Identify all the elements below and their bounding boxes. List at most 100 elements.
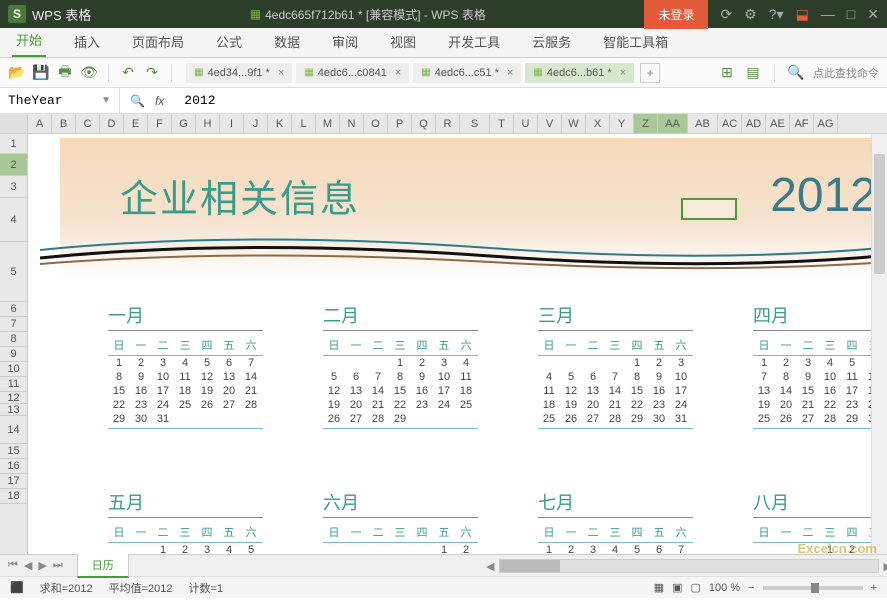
col-header-S[interactable]: S (460, 114, 490, 133)
ribbon-tab-6[interactable]: 视图 (386, 26, 420, 57)
col-header-A[interactable]: A (28, 114, 52, 133)
row-header-5[interactable]: 5 (0, 242, 27, 302)
sheet-nav-next[interactable]: ▶ (38, 559, 46, 572)
row-header-16[interactable]: 16 (0, 459, 27, 474)
scrollbar-thumb[interactable] (874, 154, 885, 274)
hscroll-left[interactable]: ◀ (486, 560, 494, 573)
name-box-dropdown-icon[interactable]: ▼ (101, 95, 111, 106)
col-header-C[interactable]: C (76, 114, 100, 133)
col-header-D[interactable]: D (100, 114, 124, 133)
formula-value[interactable]: 2012 (174, 93, 225, 108)
row-header-12[interactable]: 12 (0, 392, 27, 404)
preview-icon[interactable]: 👁 (80, 64, 98, 82)
col-header-M[interactable]: M (316, 114, 340, 133)
sheet-nav-first[interactable]: ⏮ (8, 559, 18, 572)
col-header-V[interactable]: V (538, 114, 562, 133)
collapse-icon[interactable]: ⬓ (796, 6, 809, 23)
minimize-icon[interactable]: — (821, 6, 835, 22)
col-header-W[interactable]: W (562, 114, 586, 133)
vertical-scrollbar[interactable] (871, 134, 887, 554)
row-header-18[interactable]: 18 (0, 489, 27, 504)
ribbon-tab-3[interactable]: 公式 (212, 26, 246, 57)
col-header-AE[interactable]: AE (766, 114, 790, 133)
name-box-input[interactable] (8, 93, 98, 108)
col-header-AA[interactable]: AA (658, 114, 688, 133)
zoom-in[interactable]: + (871, 582, 877, 594)
row-header-11[interactable]: 11 (0, 377, 27, 392)
add-tab-button[interactable]: + (640, 63, 660, 83)
tool-icon-2[interactable]: ▤ (744, 64, 762, 82)
search-hint[interactable]: 点此查找命令 (813, 65, 879, 81)
col-header-U[interactable]: U (514, 114, 538, 133)
ribbon-tab-4[interactable]: 数据 (270, 26, 304, 57)
ribbon-tab-8[interactable]: 云服务 (528, 26, 575, 57)
col-header-N[interactable]: N (340, 114, 364, 133)
col-header-F[interactable]: F (148, 114, 172, 133)
row-header-14[interactable]: 14 (0, 416, 27, 444)
col-header-AB[interactable]: AB (688, 114, 718, 133)
doc-tab-2[interactable]: ▦4edc6...c51 *× (413, 63, 521, 83)
doc-tab-1[interactable]: ▦4edc6...c0841× (296, 63, 409, 83)
row-header-8[interactable]: 8 (0, 332, 27, 347)
ribbon-tab-9[interactable]: 智能工具箱 (599, 26, 672, 57)
row-header-15[interactable]: 15 (0, 444, 27, 459)
help-icon[interactable]: ?▾ (769, 6, 784, 23)
col-header-Y[interactable]: Y (610, 114, 634, 133)
sheet-content[interactable]: 企业相关信息 2012 一月日一二三四五六1234567891011121314… (28, 134, 887, 554)
close-icon[interactable]: ✕ (867, 6, 879, 23)
col-header-T[interactable]: T (490, 114, 514, 133)
col-header-B[interactable]: B (52, 114, 76, 133)
col-header-G[interactable]: G (172, 114, 196, 133)
hscroll-right[interactable]: ▶ (884, 560, 887, 573)
col-header-J[interactable]: J (244, 114, 268, 133)
ribbon-tab-7[interactable]: 开发工具 (444, 26, 504, 57)
login-button[interactable]: 未登录 (644, 0, 708, 29)
settings-icon[interactable]: ⚙ (744, 6, 757, 23)
row-header-17[interactable]: 17 (0, 474, 27, 489)
fx-label[interactable]: fx (155, 94, 164, 108)
row-header-6[interactable]: 6 (0, 302, 27, 317)
ribbon-tab-5[interactable]: 审阅 (328, 26, 362, 57)
doc-tab-0[interactable]: ▦4ed34...9f1 *× (186, 63, 292, 83)
col-header-X[interactable]: X (586, 114, 610, 133)
doc-tab-3[interactable]: ▦4edc6...b61 *× (525, 63, 634, 83)
ribbon-tab-1[interactable]: 插入 (70, 26, 104, 57)
row-header-1[interactable]: 1 (0, 134, 27, 154)
col-header-L[interactable]: L (292, 114, 316, 133)
col-header-R[interactable]: R (436, 114, 460, 133)
col-header-H[interactable]: H (196, 114, 220, 133)
sheet-nav-prev[interactable]: ◀ (24, 559, 32, 572)
ribbon-tab-2[interactable]: 页面布局 (128, 26, 188, 57)
col-header-I[interactable]: I (220, 114, 244, 133)
row-header-3[interactable]: 3 (0, 176, 27, 198)
zoom-out[interactable]: − (748, 582, 754, 594)
zoom-slider[interactable] (763, 586, 863, 590)
save-icon[interactable]: 💾 (32, 64, 50, 82)
sync-icon[interactable]: ⟳ (720, 6, 732, 23)
col-header-K[interactable]: K (268, 114, 292, 133)
row-header-10[interactable]: 10 (0, 362, 27, 377)
row-header-9[interactable]: 9 (0, 347, 27, 362)
ribbon-tab-0[interactable]: 开始 (12, 24, 46, 57)
col-header-Z[interactable]: Z (634, 114, 658, 133)
print-icon[interactable]: 🖶 (56, 64, 74, 82)
row-header-13[interactable]: 13 (0, 404, 27, 416)
col-header-P[interactable]: P (388, 114, 412, 133)
row-header-2[interactable]: 2 (0, 154, 27, 176)
hscroll-thumb[interactable] (500, 560, 560, 572)
select-all-corner[interactable] (0, 114, 28, 133)
redo-icon[interactable]: ↷ (143, 64, 161, 82)
view-mode-1[interactable]: ▦ (654, 581, 664, 594)
open-icon[interactable]: 📂 (8, 64, 26, 82)
row-header-4[interactable]: 4 (0, 198, 27, 242)
horizontal-scrollbar[interactable]: ◀ ▶ (499, 559, 879, 573)
col-header-O[interactable]: O (364, 114, 388, 133)
zoom-fx-icon[interactable]: 🔍 (130, 94, 145, 108)
row-header-7[interactable]: 7 (0, 317, 27, 332)
maximize-icon[interactable]: □ (847, 6, 855, 22)
col-header-AC[interactable]: AC (718, 114, 742, 133)
tool-icon-1[interactable]: ⊞ (718, 64, 736, 82)
col-header-E[interactable]: E (124, 114, 148, 133)
name-box[interactable]: ▼ (0, 88, 120, 113)
col-header-AF[interactable]: AF (790, 114, 814, 133)
